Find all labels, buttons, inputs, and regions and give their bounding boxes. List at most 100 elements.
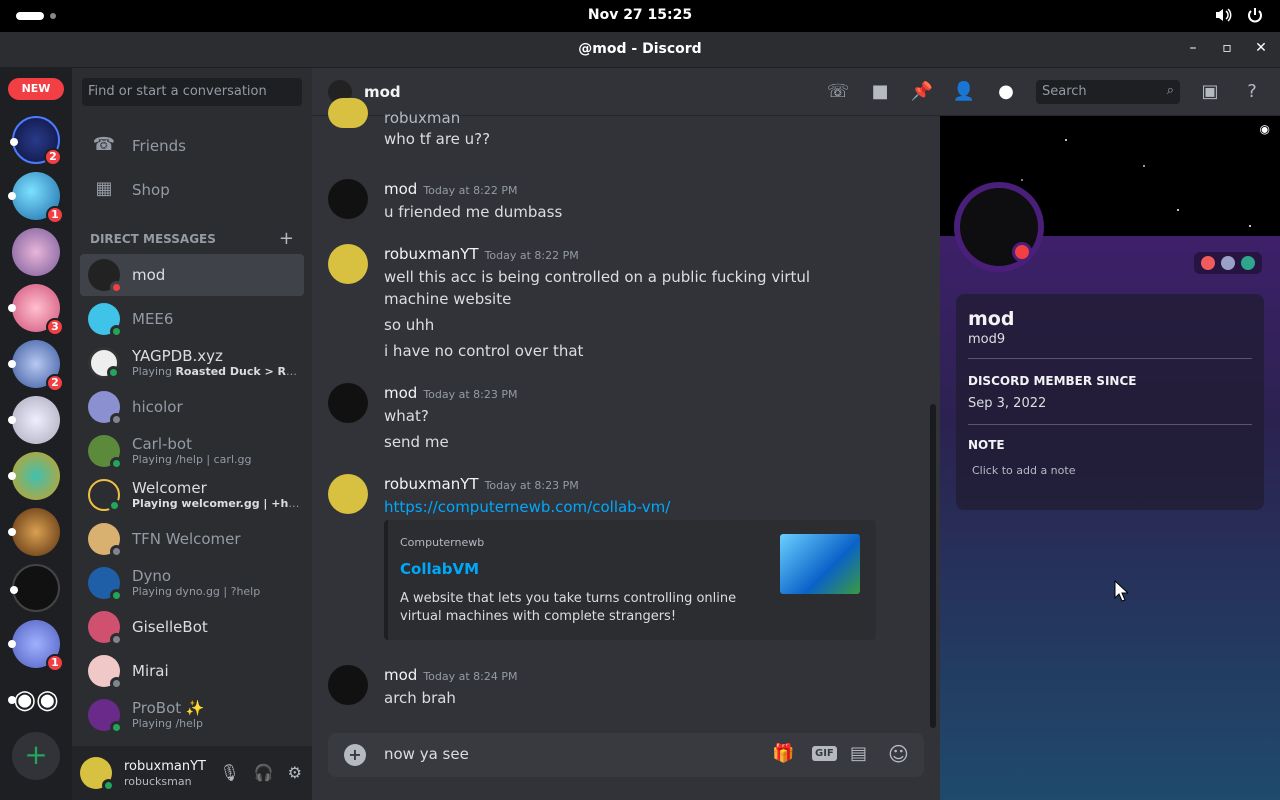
new-badge[interactable]: NEW xyxy=(8,78,64,100)
message-author[interactable]: mod xyxy=(384,384,417,402)
video-call-icon[interactable]: ■ xyxy=(868,80,892,104)
dm-item-hicolor[interactable]: hicolor xyxy=(80,386,304,428)
dnd-status-icon xyxy=(1012,242,1032,262)
close-icon[interactable]: ✕ xyxy=(1254,40,1268,56)
maximize-icon[interactable]: ▫ xyxy=(1220,40,1234,56)
embed-description: A website that lets you take turns contr… xyxy=(400,591,737,624)
message-author[interactable]: robuxman xyxy=(384,108,888,128)
dm-item-mod[interactable]: mod xyxy=(80,254,304,296)
message-input[interactable]: now ya see xyxy=(384,745,469,763)
settings-gear-icon[interactable]: ⚙ xyxy=(288,763,302,782)
mention-badge: 3 xyxy=(46,318,64,336)
gif-button[interactable]: GIF xyxy=(812,746,837,761)
roblox-server-icon[interactable] xyxy=(10,564,60,612)
message-avatar[interactable] xyxy=(328,474,368,514)
message-avatar[interactable] xyxy=(328,665,368,705)
dm-item-gisellebot[interactable]: GiselleBot xyxy=(80,606,304,648)
mention-badge: 2 xyxy=(46,374,64,392)
message-author[interactable]: mod xyxy=(384,180,417,198)
avatar xyxy=(88,611,123,646)
mouse-cursor-icon xyxy=(1114,580,1128,602)
dm-item-tfn-welcomer[interactable]: TFN Welcomer xyxy=(80,518,304,560)
message-text: i have no control over that xyxy=(384,342,584,360)
dm-item-mirai[interactable]: Mirai xyxy=(80,650,304,692)
note-label: NOTE xyxy=(968,438,1005,452)
message-link[interactable]: https://computernewb.com/collab-vm/ xyxy=(384,498,670,516)
upload-plus-icon[interactable]: + xyxy=(344,744,366,766)
message-composer[interactable]: + now ya see 🎁 GIF ▤ ☺ xyxy=(328,733,924,777)
help-icon[interactable]: ? xyxy=(1240,80,1264,104)
emoji-icon[interactable]: ☺ xyxy=(888,742,909,766)
badge-icon[interactable] xyxy=(1221,256,1235,270)
power-icon[interactable] xyxy=(1246,6,1264,24)
message: mod Today at 8:23 PM what? send me xyxy=(328,383,888,453)
message: mod Today at 8:22 PM u friended me dumbass xyxy=(328,179,888,223)
avatar xyxy=(88,391,123,426)
avatar xyxy=(88,259,123,294)
server-icon[interactable]: 1 xyxy=(8,172,64,224)
dm-name: ProBot ✨ xyxy=(132,699,205,717)
dm-item-dyno[interactable]: Dyno Playing dyno.gg | ?help xyxy=(80,562,304,604)
user-profile-icon[interactable]: ● xyxy=(994,80,1018,104)
chat-scrollbar[interactable] xyxy=(930,404,936,728)
volume-icon[interactable] xyxy=(1214,6,1232,24)
server-icon[interactable]: 2 xyxy=(10,116,62,166)
dm-item-mee6[interactable]: MEE6 xyxy=(80,298,304,340)
server-list: NEW 2 1 3 2 1 ◉◉ + xyxy=(0,68,72,800)
voice-call-icon[interactable]: ☏ xyxy=(826,80,850,104)
dm-item-welcomer[interactable]: Welcomer Playing welcomer.gg | +help xyxy=(80,474,304,516)
dm-name: hicolor xyxy=(132,398,183,416)
shop-icon: ▦ xyxy=(95,178,113,199)
embed-thumbnail[interactable] xyxy=(780,534,860,594)
profile-avatar[interactable] xyxy=(954,182,1044,272)
server-icon[interactable]: 3 xyxy=(8,284,64,336)
eye-icon[interactable]: ◉ xyxy=(1260,122,1270,136)
message-author[interactable]: robuxmanYT xyxy=(384,475,479,493)
dm-item-probot[interactable]: ProBot ✨ Playing /help xyxy=(80,694,304,736)
dm-item-yagpdb[interactable]: YAGPDB.xyzPlaying Roasted Duck > Roast..… xyxy=(80,342,304,384)
sticker-icon[interactable]: ▤ xyxy=(850,743,867,764)
user-avatar[interactable] xyxy=(80,757,115,792)
dm-name: Welcomer xyxy=(132,479,207,497)
friends-icon: ☎ xyxy=(92,134,116,155)
badge-icon[interactable] xyxy=(1201,256,1215,270)
message-author[interactable]: mod xyxy=(384,666,417,684)
mustache-server-icon[interactable]: ◉◉ xyxy=(8,676,60,724)
server-icon[interactable]: 1 xyxy=(8,620,64,672)
hashtag-badge-icon[interactable] xyxy=(1241,256,1255,270)
nav-friends[interactable]: ☎ Friends xyxy=(80,125,304,167)
avatar xyxy=(88,435,123,470)
inbox-icon[interactable]: ▣ xyxy=(1198,80,1222,104)
mention-badge: 1 xyxy=(46,654,64,672)
gift-icon[interactable]: 🎁 xyxy=(772,743,794,764)
user-tag: robucksman xyxy=(124,774,192,788)
nav-shop[interactable]: ▦ Shop xyxy=(80,169,304,211)
dm-item-carl-bot[interactable]: Carl-bot Playing /help | carl.gg xyxy=(80,430,304,472)
server-icon[interactable] xyxy=(12,228,60,276)
message-avatar[interactable] xyxy=(328,244,368,284)
server-icon[interactable] xyxy=(8,508,60,556)
embed-title[interactable]: CollabVM xyxy=(400,560,479,578)
server-icon[interactable] xyxy=(8,396,60,444)
add-friend-icon[interactable]: 👤 xyxy=(952,80,976,104)
dm-name: YAGPDB.xyz xyxy=(132,347,223,365)
message-avatar[interactable] xyxy=(328,179,368,219)
system-clock[interactable]: Nov 27 15:25 xyxy=(0,7,1280,23)
server-icon[interactable]: 2 xyxy=(8,340,64,392)
message-author[interactable]: robuxmanYT xyxy=(384,245,479,263)
message-avatar[interactable] xyxy=(328,383,368,423)
pin-icon[interactable]: 📌 xyxy=(910,80,934,104)
dm-search-input[interactable]: Find or start a conversation xyxy=(82,78,302,106)
system-top-bar: Nov 27 15:25 xyxy=(0,0,1280,32)
user-profile-panel: ◉ mod mod9 DISCORD MEMBER SINCE Sep 3, 2… xyxy=(940,116,1280,800)
minimize-icon[interactable]: – xyxy=(1186,40,1200,56)
server-icon[interactable] xyxy=(8,452,60,500)
search-input[interactable]: Search ⌕ xyxy=(1036,80,1180,104)
create-dm-icon[interactable]: + xyxy=(279,228,294,249)
note-input[interactable]: Click to add a note xyxy=(972,464,1075,477)
message-avatar[interactable] xyxy=(328,98,368,128)
headphones-icon[interactable]: 🎧 xyxy=(254,763,274,782)
microphone-icon[interactable]: 🎙 xyxy=(219,763,239,782)
badge-list xyxy=(1194,252,1262,274)
add-server-icon[interactable]: + xyxy=(12,732,60,780)
